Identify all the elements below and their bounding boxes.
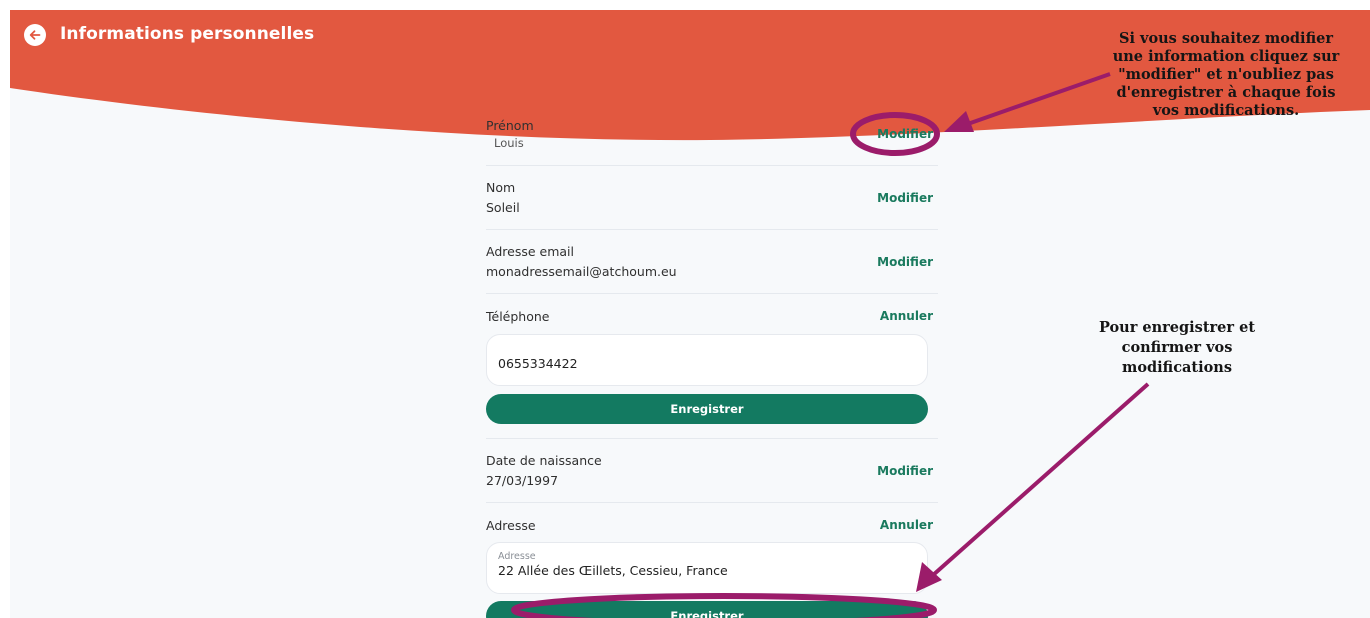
annotation-top-line5: vos modifications. (1152, 102, 1300, 119)
annotation-top: Si vous souhaitez modifier une informati… (1090, 30, 1362, 120)
field-label: Prénom (486, 118, 534, 133)
field-value: monadressemail@atchoum.eu (486, 264, 677, 279)
modifier-email-button[interactable]: Modifier (877, 255, 933, 269)
enregistrer-adresse-button[interactable]: Enregistrer (486, 601, 928, 618)
back-button[interactable] (24, 24, 46, 46)
field-label: Adresse (486, 518, 536, 533)
annotation-middle-line3: modifications (1121, 359, 1232, 376)
adresse-input[interactable]: Adresse 22 Allée des Œillets, Cessieu, F… (486, 542, 928, 594)
page-title: Informations personnelles (60, 24, 315, 44)
annotation-top-line1: Si vous souhaitez modifier (1119, 30, 1333, 47)
personal-info-form: Prénom Louis Modifier Nom Soleil Modifie… (486, 110, 938, 618)
field-label: Téléphone (486, 309, 550, 324)
modifier-prenom-button[interactable]: Modifier (877, 127, 933, 141)
telephone-input-value: 0655334422 (498, 356, 578, 371)
enregistrer-telephone-button[interactable]: Enregistrer (486, 394, 928, 424)
adresse-input-label: Adresse (498, 551, 536, 562)
field-row-email: Adresse email monadressemail@atchoum.eu … (486, 230, 938, 294)
annuler-adresse-button[interactable]: Annuler (880, 518, 933, 532)
annuler-telephone-button[interactable]: Annuler (880, 309, 933, 323)
field-value: Soleil (486, 200, 520, 215)
field-value: 27/03/1997 (486, 473, 559, 488)
arrow-left-icon (29, 30, 41, 40)
field-row-prenom: Prénom Louis Modifier (486, 110, 938, 166)
modifier-nom-button[interactable]: Modifier (877, 191, 933, 205)
annotation-top-line4: d'enregistrer à chaque fois (1116, 84, 1336, 101)
field-row-nom: Nom Soleil Modifier (486, 166, 938, 230)
annotation-middle-line2: confirmer vos (1121, 339, 1233, 356)
adresse-input-value: 22 Allée des Œillets, Cessieu, France (498, 563, 728, 578)
annotation-middle-line1: Pour enregistrer et (1098, 319, 1256, 336)
telephone-input[interactable]: 0655334422 (486, 334, 928, 386)
field-row-telephone: Téléphone Annuler 0655334422 Enregistrer (486, 294, 938, 439)
modifier-naissance-button[interactable]: Modifier (877, 464, 933, 478)
annotation-middle: Pour enregistrer et confirmer vos modifi… (1072, 318, 1282, 378)
field-label: Date de naissance (486, 453, 602, 468)
field-value: Louis (494, 136, 524, 150)
field-label: Adresse email (486, 244, 574, 259)
annotation-top-line3: "modifier" et n'oubliez pas (1118, 66, 1334, 83)
field-row-naissance: Date de naissance 27/03/1997 Modifier (486, 439, 938, 503)
field-label: Nom (486, 180, 516, 195)
annotation-top-line2: une information cliquez sur (1112, 48, 1340, 65)
field-row-adresse: Adresse Annuler Adresse 22 Allée des Œil… (486, 503, 938, 618)
